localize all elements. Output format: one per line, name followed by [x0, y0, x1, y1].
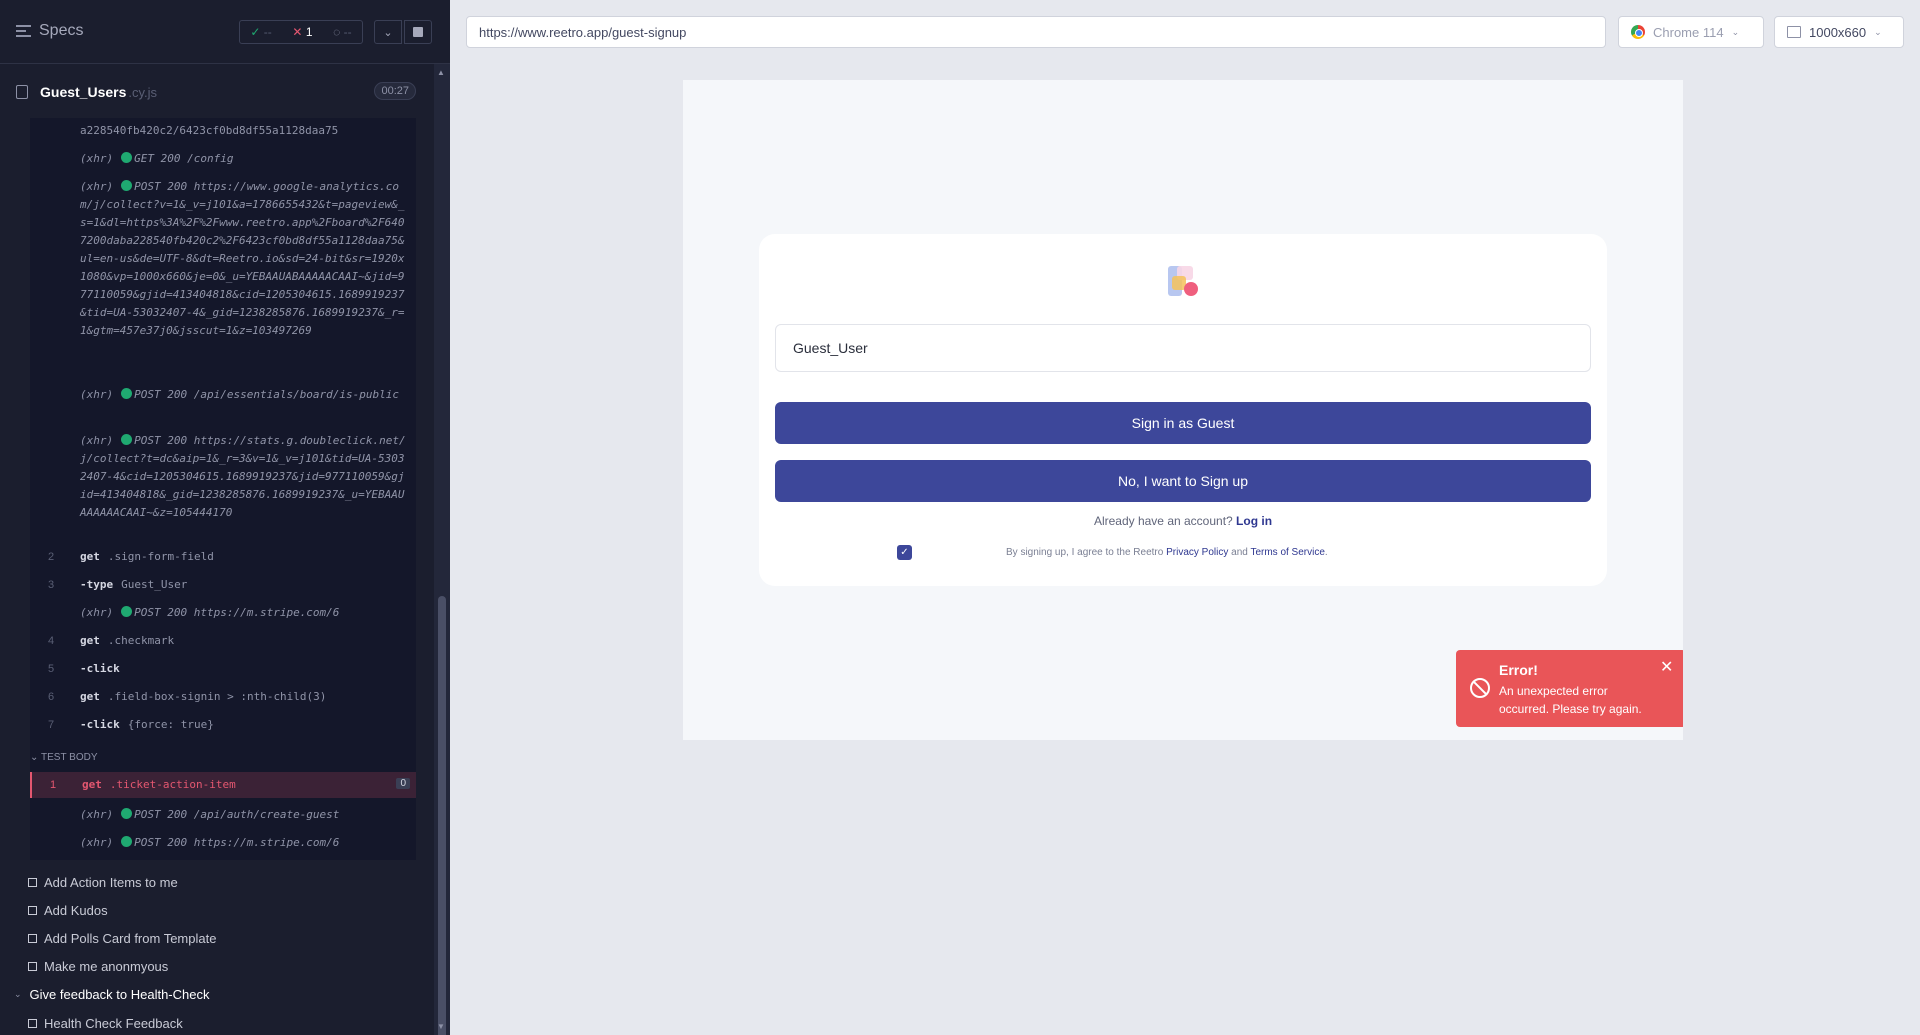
- test-stats: ✓ -- ✕ 1 ◌ --: [239, 20, 363, 44]
- specs-toggle[interactable]: Specs: [16, 22, 83, 40]
- spec-file-name[interactable]: Guest_Users: [40, 84, 126, 100]
- chevron-down-icon: ⌄: [14, 989, 22, 999]
- terms-of-service-link[interactable]: Terms of Service: [1250, 547, 1324, 558]
- menu-icon: [16, 25, 31, 37]
- command-reporter: Specs ✓ -- ✕ 1 ◌ -- ⌄ Guest_Users .cy.js…: [0, 0, 450, 1035]
- status-dot-icon: [121, 152, 133, 163]
- viewport-icon: [1787, 26, 1801, 38]
- browser-area: https://www.reetro.app/guest-signup Chro…: [450, 0, 1920, 1035]
- login-link[interactable]: Log in: [1236, 514, 1272, 528]
- terms-row: ✓ By signing up, I agree to the Reetro P…: [759, 544, 1607, 562]
- pending-icon: ◌: [333, 25, 341, 39]
- ban-icon: [1470, 678, 1490, 698]
- browser-selector[interactable]: Chrome 114 ⌄: [1618, 16, 1764, 48]
- url-bar[interactable]: https://www.reetro.app/guest-signup: [466, 16, 1606, 48]
- scrollbar-thumb[interactable]: [438, 596, 446, 1035]
- check-icon: ✓: [250, 25, 261, 39]
- element-count-badge: 0: [396, 778, 410, 789]
- test-pending-icon: [28, 934, 37, 943]
- status-dot-icon: [121, 180, 133, 191]
- pending-stat: ◌ --: [333, 25, 352, 39]
- chevron-down-icon: ⌄: [1731, 26, 1740, 37]
- chevron-down-icon: ⌄: [30, 752, 39, 763]
- failed-command-row[interactable]: 1 get .ticket-action-item 0: [30, 772, 416, 798]
- reporter-header: Specs ✓ -- ✕ 1 ◌ -- ⌄: [0, 0, 450, 64]
- spec-file-header: Guest_Users .cy.js 00:27: [16, 80, 416, 104]
- test-item[interactable]: Make me anonmyous: [28, 959, 168, 974]
- guest-name-input[interactable]: [775, 324, 1591, 372]
- command-log: a228540fb420c2/6423cf0bd8df55a1128daa75 …: [30, 118, 416, 740]
- test-item[interactable]: Add Kudos: [28, 903, 108, 918]
- status-dot-icon: [121, 808, 133, 819]
- terms-text: By signing up, I agree to the Reetro Pri…: [1006, 547, 1328, 558]
- stop-icon: [413, 27, 423, 37]
- spec-duration: 00:27: [374, 82, 416, 100]
- failed-stat: ✕ 1: [292, 25, 313, 39]
- scroll-down-icon[interactable]: ▼: [437, 1022, 445, 1031]
- test-body-section: ⌄ TEST BODY 1 get .ticket-action-item 0 (…: [30, 740, 416, 860]
- signup-card: Sign in as Guest No, I want to Sign up A…: [759, 234, 1607, 586]
- toast-title: Error!: [1499, 662, 1538, 678]
- status-dot-icon: [121, 606, 133, 617]
- specs-label: Specs: [39, 22, 84, 39]
- test-body-header[interactable]: ⌄ TEST BODY: [30, 752, 98, 763]
- spec-file-ext: .cy.js: [128, 84, 158, 100]
- privacy-policy-link[interactable]: Privacy Policy: [1166, 547, 1228, 558]
- test-item[interactable]: Add Polls Card from Template: [28, 931, 216, 946]
- chevron-down-icon: ⌄: [1874, 26, 1882, 37]
- status-dot-icon: [121, 388, 133, 399]
- test-item[interactable]: Health Check Feedback: [28, 1016, 183, 1031]
- x-icon: ✕: [292, 25, 303, 39]
- app-frame: Sign in as Guest No, I want to Sign up A…: [683, 80, 1683, 740]
- suite-item[interactable]: ⌄ Give feedback to Health-Check: [14, 987, 209, 1002]
- passed-stat: ✓ --: [250, 25, 272, 39]
- viewport-selector[interactable]: 1000x660 ⌄: [1774, 16, 1904, 48]
- test-pending-icon: [28, 962, 37, 971]
- sign-in-as-guest-button[interactable]: Sign in as Guest: [775, 402, 1591, 444]
- reporter-scrollbar[interactable]: ▲ ▼: [434, 64, 450, 1035]
- reetro-logo-icon: [1168, 266, 1198, 298]
- error-toast: Error! An unexpected error occurred. Ple…: [1456, 650, 1683, 727]
- test-pending-icon: [28, 1019, 37, 1028]
- test-pending-icon: [28, 906, 37, 915]
- scroll-up-icon[interactable]: ▲: [437, 68, 445, 77]
- status-dot-icon: [121, 434, 133, 445]
- status-dot-icon: [121, 836, 133, 847]
- test-item[interactable]: Add Action Items to me: [28, 875, 178, 890]
- terms-checkbox[interactable]: ✓: [897, 545, 912, 560]
- file-icon: [16, 85, 28, 99]
- sign-up-button[interactable]: No, I want to Sign up: [775, 460, 1591, 502]
- chevron-down-icon[interactable]: ⌄: [374, 20, 402, 44]
- checkmark-icon: ✓: [900, 547, 909, 558]
- test-pending-icon: [28, 878, 37, 887]
- toast-message: An unexpected error occurred. Please try…: [1499, 684, 1642, 716]
- close-icon[interactable]: ✕: [1660, 660, 1673, 676]
- stop-button[interactable]: [404, 20, 432, 44]
- login-prompt: Already have an account? Log in: [1093, 514, 1273, 528]
- chrome-icon: [1631, 25, 1645, 39]
